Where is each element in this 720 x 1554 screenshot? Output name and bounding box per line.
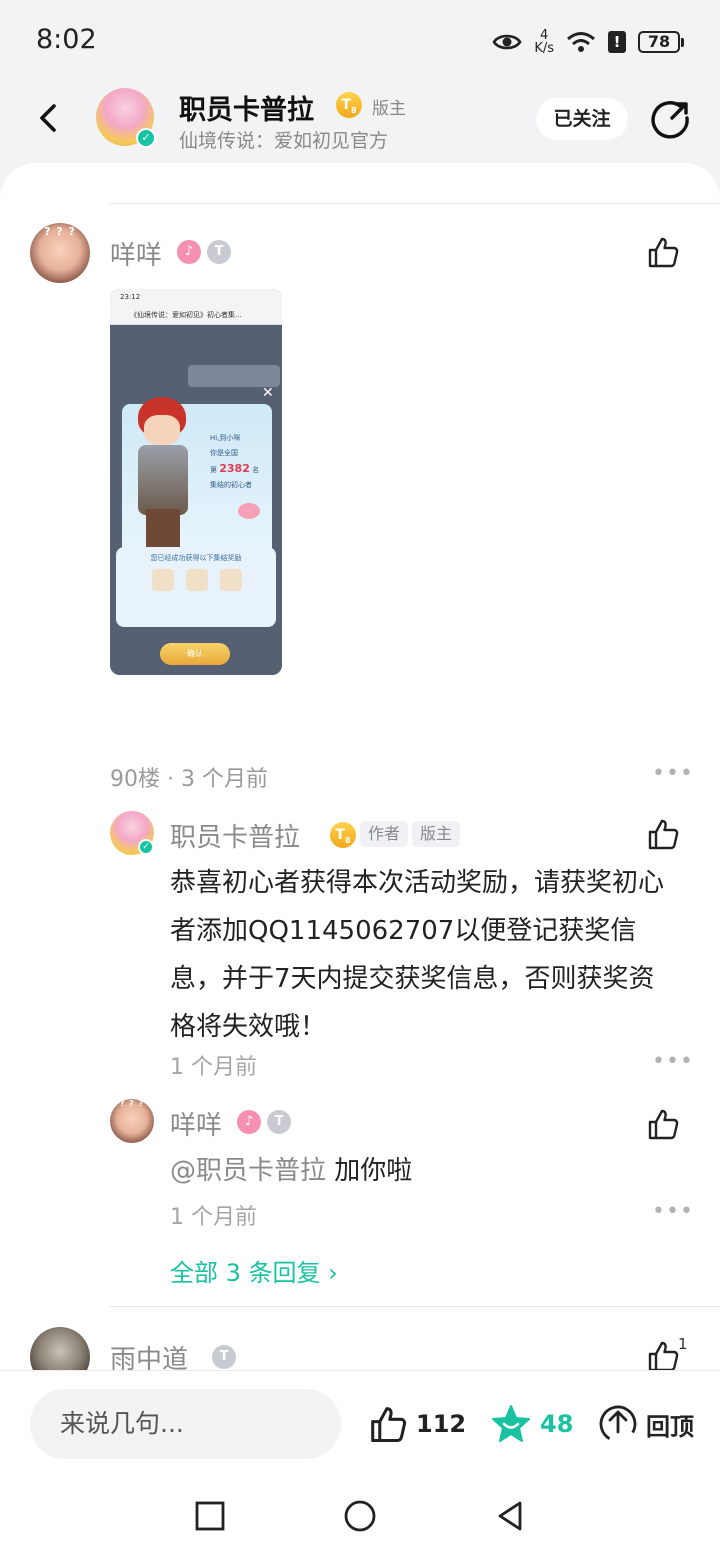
reply-text: @职员卡普拉 加你啦 [170,1156,413,1186]
battery-level: 78 [638,31,680,53]
eye-icon [492,34,522,50]
back-to-top-label: 回顶 [646,1412,694,1441]
back-nav-icon[interactable] [492,1498,528,1534]
system-nav-bar [0,1480,720,1554]
thumb-up-icon[interactable] [646,1107,680,1141]
image-status-bar: 23:12 [110,289,282,307]
status-icons: 4 K/s ! 78 [492,22,684,62]
battery-icon: 78 [638,31,684,53]
user-avatar[interactable]: ? ? ? [30,223,90,283]
level-badge-icon: T [267,1110,291,1134]
reply-time: 1 个月前 [170,1055,257,1080]
post-user-name[interactable]: 咩咩 [110,235,162,272]
fan-badge-icon: ♪ [237,1110,261,1134]
wifi-icon [567,32,595,52]
image-confirm-button: 确认 [160,643,230,665]
thumb-up-icon[interactable] [646,235,680,269]
status-time: 8:02 [36,24,97,55]
content-card: ? ? ? 咩咩 ♪ T 23:12 《仙境传说：爱如初见》初心者集... ✕ … [0,163,720,1554]
back-to-top-button[interactable]: 回顶 [598,1401,694,1447]
reply-user-name[interactable]: 职员卡普拉 [170,817,300,854]
comment-input[interactable]: 来说几句... [30,1389,341,1459]
close-icon: ✕ [262,385,274,401]
header-name[interactable]: 职员卡普拉 [179,88,314,127]
image-title: 《仙境传说：爱如初见》初心者集... [110,307,282,325]
like-count: 1 [678,1335,688,1353]
reply-user-name[interactable]: 咩咩 [170,1105,222,1142]
status-bar: 8:02 4 K/s ! 78 [0,0,720,80]
star-icon [492,1405,530,1442]
pet-icon [238,503,260,519]
level-badge-icon: T8 [336,92,362,118]
bottom-action-bar: 来说几句... 112 48 回顶 [0,1370,720,1480]
divider [110,203,720,204]
like-button[interactable]: 112 [368,1401,466,1447]
more-icon[interactable]: ••• [652,1049,694,1074]
level-badge-icon: T [212,1345,236,1369]
fan-badge-icon: ♪ [177,240,201,264]
upload-icon [599,1405,637,1443]
floor-meta: 90楼 · 3 个月前 [110,767,268,792]
see-all-replies-link[interactable]: 全部 3 条回复 › [170,1253,338,1288]
moderator-tag: 版主 [412,821,461,847]
verified-icon: ✓ [138,839,154,855]
star-count: 48 [540,1410,574,1438]
more-icon[interactable]: ••• [652,1199,694,1224]
reward-panel: 您已经成功获得以下集结奖励 [116,547,276,627]
share-icon[interactable] [650,98,692,140]
home-icon[interactable] [342,1498,378,1534]
post-image[interactable]: 23:12 《仙境传说：爱如初见》初心者集... ✕ Hi,到小咪 你是全国 第… [110,289,282,675]
character-figure [124,397,202,557]
reply-text: 恭喜初心者获得本次活动奖励，请获奖初心者添加QQ1145062707以便登记获奖… [170,868,665,1042]
alert-icon: ! [608,31,626,53]
level-badge-icon: T [207,240,231,264]
header-role: 版主 [372,99,406,119]
image-text: Hi,到小咪 你是全国 第 2382 名 集结的初心者 [210,434,260,489]
thumb-up-icon[interactable] [646,817,680,851]
author-tag: 作者 [360,821,409,847]
more-icon[interactable]: ••• [652,761,694,786]
thumb-up-icon[interactable] [646,1339,680,1373]
recents-icon[interactable] [192,1498,228,1534]
thumb-up-icon [371,1407,407,1442]
header: ✓ 职员卡普拉 T8 版主 仙境传说：爱如初见官方 已关注 [0,82,720,162]
favorite-button[interactable]: 48 [490,1401,573,1447]
verified-icon: ✓ [136,128,156,148]
reply-time: 1 个月前 [170,1205,257,1230]
header-subtitle: 仙境传说：爱如初见官方 [179,130,389,152]
back-icon[interactable] [28,96,72,140]
follow-button[interactable]: 已关注 [536,98,628,140]
divider [110,1306,720,1307]
net-speed-unit: K/s [534,41,554,56]
like-count: 112 [416,1410,467,1438]
mention-link[interactable]: @职员卡普拉 [170,1156,326,1186]
level-badge-icon: T8 [330,822,356,848]
net-speed: 4 K/s [534,29,554,55]
reply-avatar[interactable]: ? ? ? [110,1099,154,1143]
